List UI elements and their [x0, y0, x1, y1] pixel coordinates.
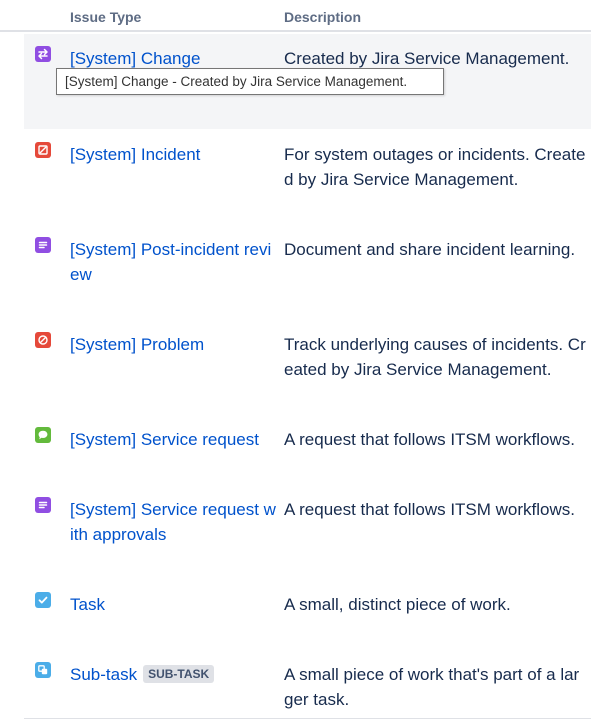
issue-type-description: A small, distinct piece of work.: [284, 595, 511, 614]
issue-type-link-post-incident-review[interactable]: [System] Post-incident review: [70, 237, 276, 287]
change-icon: [35, 46, 51, 62]
hover-tooltip: [System] Change - Created by Jira Servic…: [56, 68, 444, 95]
issue-type-description: Track underlying causes of incidents. Cr…: [284, 335, 586, 379]
service-request-icon: [35, 427, 51, 443]
table-row[interactable]: [System] Problem Track underlying causes…: [24, 320, 591, 415]
table-row[interactable]: [System] Incident For system outages or …: [24, 130, 591, 225]
subtask-icon: [35, 662, 51, 678]
issue-type-description: Document and share incident learning.: [284, 240, 576, 259]
column-header-description[interactable]: Description: [284, 9, 361, 25]
table-row[interactable]: Task A small, distinct piece of work.: [24, 580, 591, 650]
issue-type-description: A request that follows ITSM workflows.: [284, 500, 575, 519]
table-header: Issue Type Description: [0, 0, 591, 32]
issue-type-link-problem[interactable]: [System] Problem: [70, 332, 276, 357]
column-header-issue-type[interactable]: Issue Type: [70, 9, 141, 25]
table-row[interactable]: Sub-task SUB-TASK A small piece of work t…: [24, 650, 591, 718]
issue-type-link-subtask[interactable]: Sub-task: [70, 665, 137, 684]
table-row[interactable]: [System] Service request A request that …: [24, 415, 591, 485]
issue-type-link-incident[interactable]: [System] Incident: [70, 142, 276, 167]
issue-type-link-service-request[interactable]: [System] Service request: [70, 427, 276, 452]
issue-type-link-service-request-with-approvals[interactable]: [System] Service request with approvals: [70, 497, 276, 547]
issue-type-link-task[interactable]: Task: [70, 592, 276, 617]
table-row[interactable]: [System] Post-incident review Document a…: [24, 225, 591, 320]
subtask-lozenge: SUB-TASK: [143, 665, 215, 683]
issue-type-description: A request that follows ITSM workflows.: [284, 430, 575, 449]
issue-type-description: A small piece of work that's part of a l…: [284, 665, 580, 709]
incident-icon: [35, 142, 51, 158]
table-bottom-border: [24, 718, 591, 719]
issue-type-description: For system outages or incidents. Created…: [284, 145, 586, 189]
issue-type-name-cell: Sub-task SUB-TASK: [70, 662, 276, 687]
task-icon: [35, 592, 51, 608]
table-row[interactable]: [System] Service request with approvals …: [24, 485, 591, 580]
service-request-approvals-icon: [35, 497, 51, 513]
problem-icon: [35, 332, 51, 348]
post-incident-review-icon: [35, 237, 51, 253]
